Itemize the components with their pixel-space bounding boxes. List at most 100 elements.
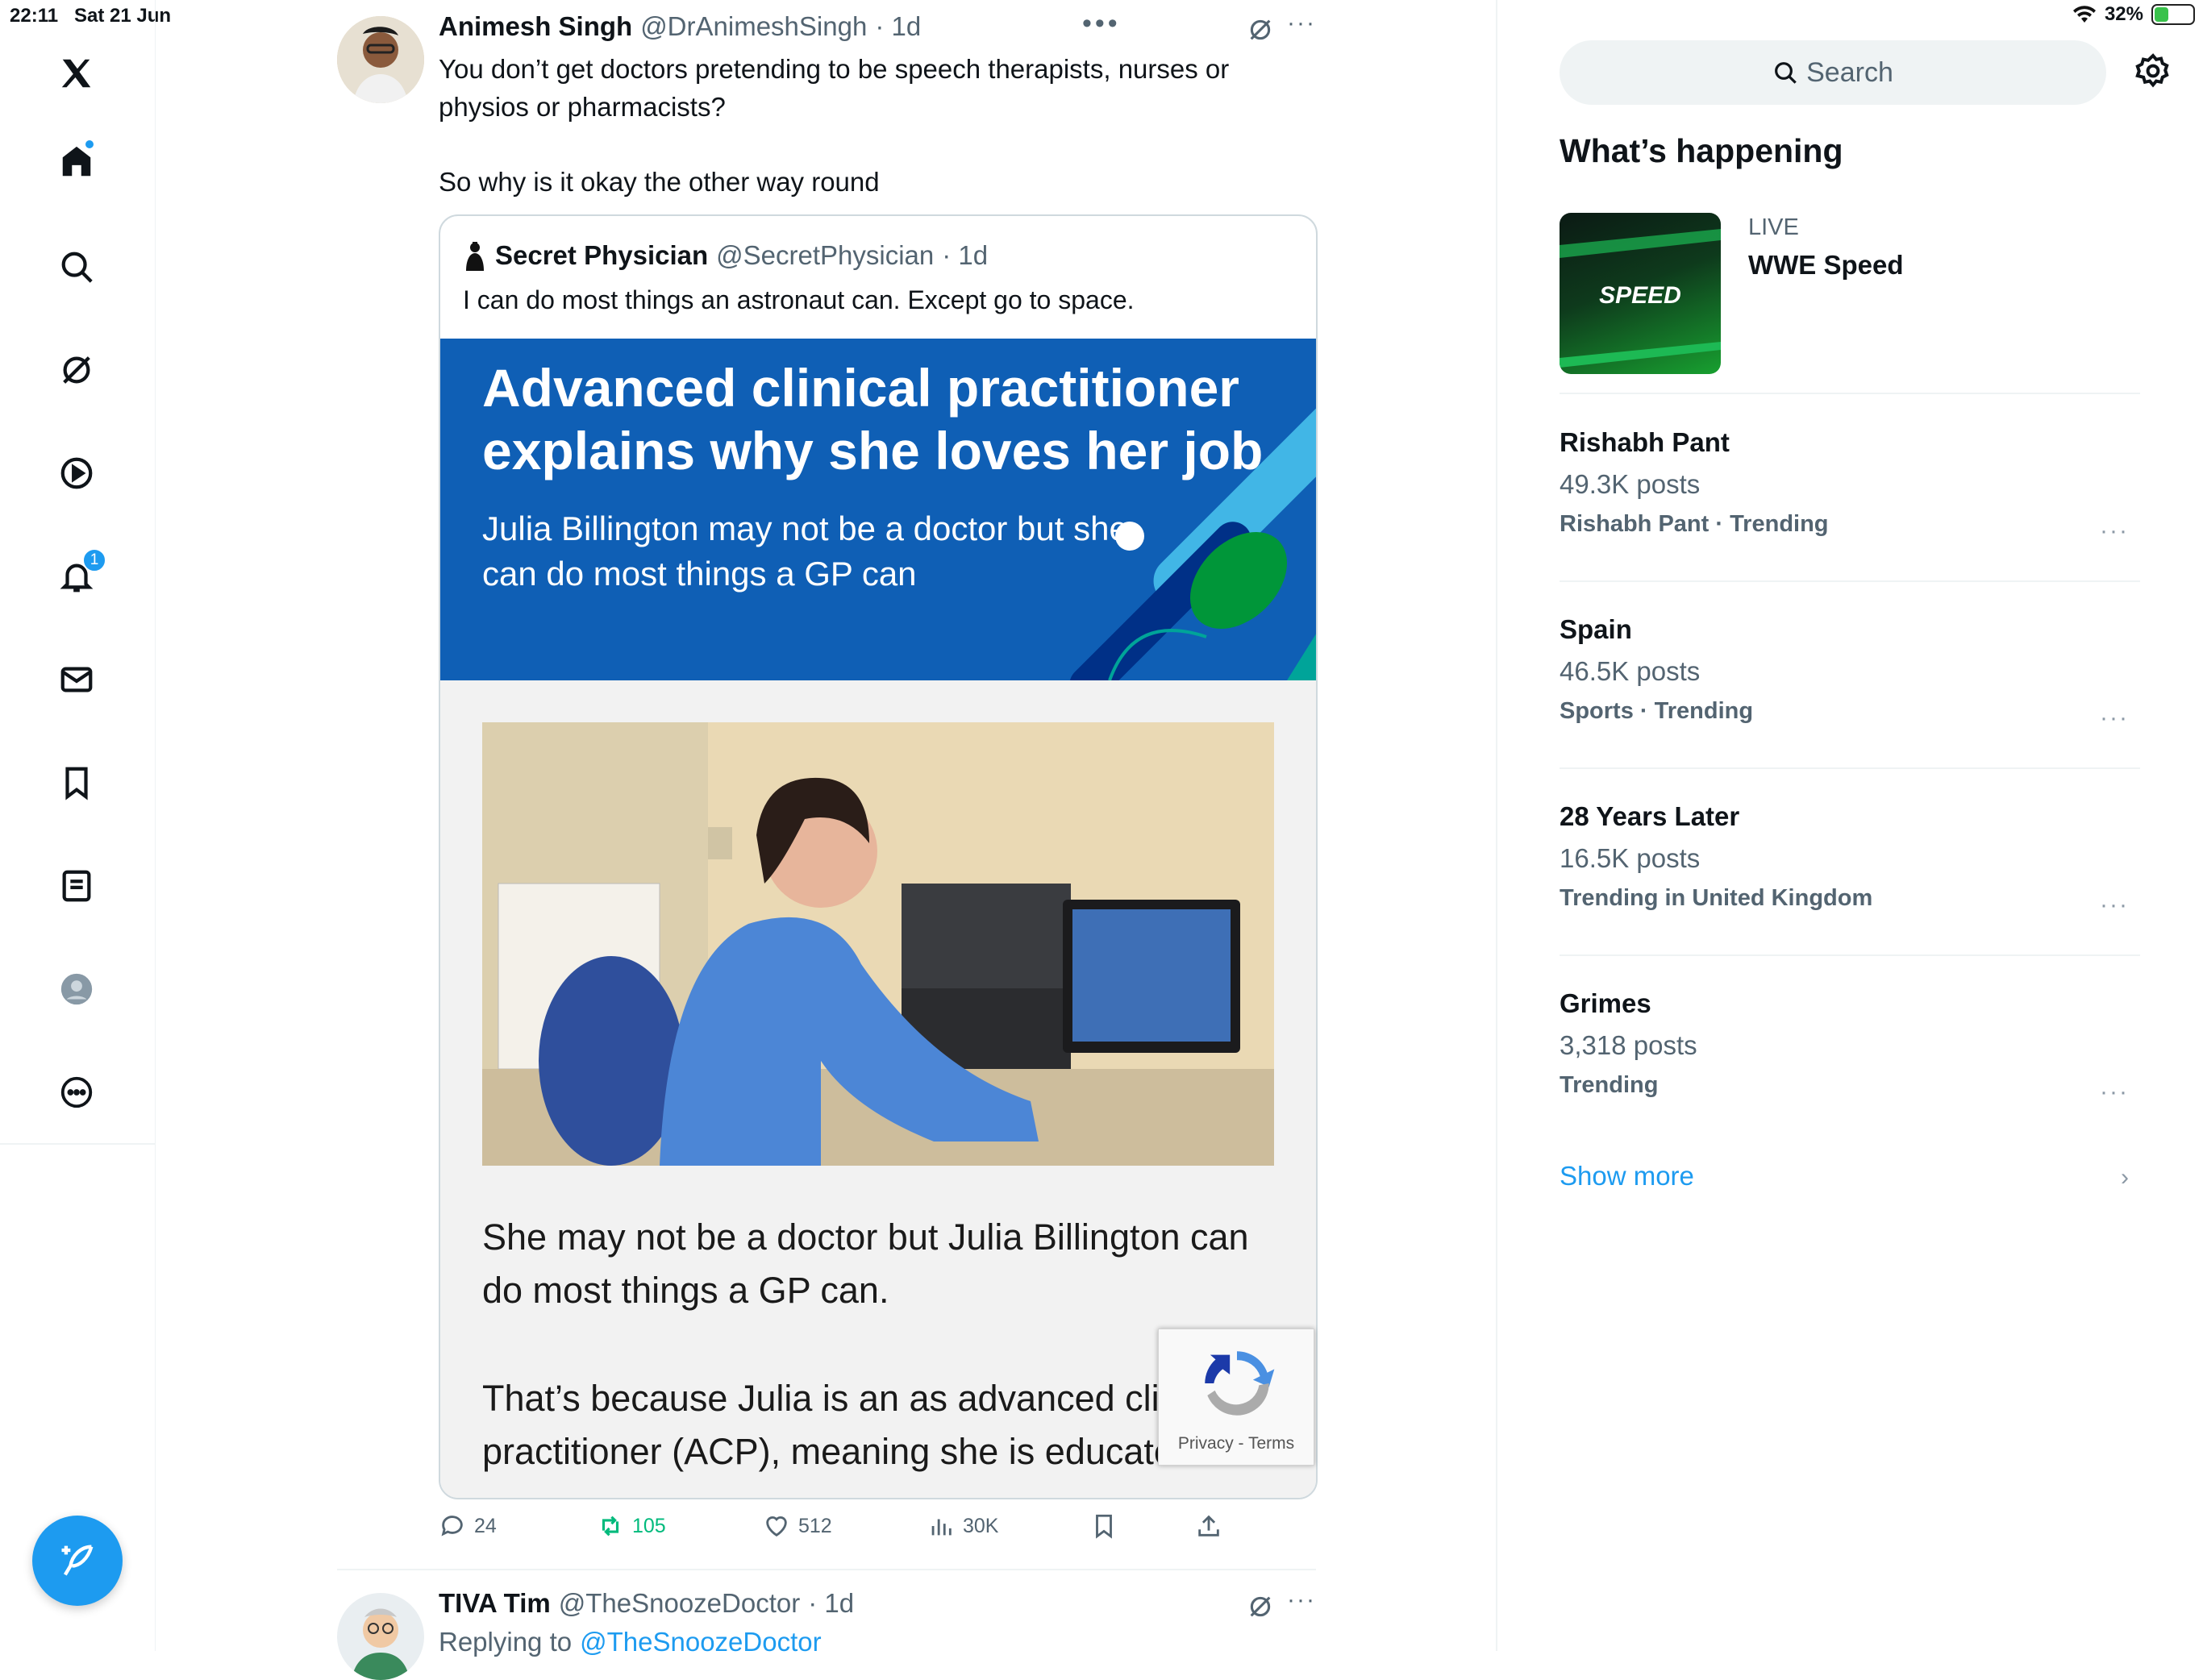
like-button[interactable]: 512 xyxy=(763,1512,832,1540)
reply-button[interactable]: 24 xyxy=(439,1512,497,1540)
next-author-name[interactable]: TIVA Tim xyxy=(439,1588,551,1619)
search-input[interactable]: Search xyxy=(1560,40,2106,105)
video-play-icon[interactable] xyxy=(53,450,100,497)
heart-icon xyxy=(766,1516,787,1537)
profile-avatar-icon[interactable] xyxy=(53,966,100,1013)
nav-divider xyxy=(0,1143,156,1145)
explore-search-icon[interactable] xyxy=(53,243,100,290)
bookmark-icon[interactable] xyxy=(53,759,100,806)
article-paragraph-1: She may not be a doctor but Julia Billin… xyxy=(482,1216,1249,1311)
trend-more-icon[interactable]: ··· xyxy=(2100,1079,2129,1106)
show-more-link[interactable]: Show more xyxy=(1560,1161,1694,1191)
quote-time: · 1d xyxy=(942,240,989,270)
notifications-badge: 1 xyxy=(82,548,106,572)
author-name[interactable]: Animesh Singh xyxy=(439,11,632,42)
reply-bubble-icon xyxy=(441,1516,463,1537)
trend-posts: 3,318 posts xyxy=(1560,1030,1697,1060)
quoted-tweet-card[interactable]: Secret Physician @SecretPhysician · 1d I… xyxy=(439,214,1318,1499)
trend-more-icon[interactable]: ··· xyxy=(2100,705,2129,732)
x-logo-icon[interactable] xyxy=(53,50,100,97)
author-avatar[interactable] xyxy=(337,16,424,103)
grok-tweet-icon[interactable] xyxy=(1247,16,1274,48)
recaptcha-icon xyxy=(1205,1351,1275,1416)
trend-more-icon[interactable]: ··· xyxy=(2100,892,2129,919)
trend-item[interactable]: Rishabh Pant 49.3K posts Rishabh Pant · … xyxy=(1560,427,2140,544)
next-tweet-avatar[interactable] xyxy=(337,1593,424,1680)
trend-divider xyxy=(1560,954,2140,956)
trend-item[interactable]: Spain 46.5K posts Sports · Trending ··· xyxy=(1560,614,2140,731)
search-icon xyxy=(1775,62,1797,84)
grok-icon[interactable] xyxy=(53,347,100,393)
trend-item[interactable]: 28 Years Later 16.5K posts Trending in U… xyxy=(1560,801,2140,918)
search-placeholder: Search xyxy=(1806,56,1893,88)
retweet-button[interactable]: 105 xyxy=(597,1512,666,1540)
analytics-bars-icon xyxy=(931,1519,952,1536)
replying-handle-link[interactable]: @TheSnoozeDoctor xyxy=(580,1627,821,1657)
chevron-right-icon: › xyxy=(2121,1164,2129,1191)
trend-divider xyxy=(1560,767,2140,769)
tweet-text-line1: You don’t get doctors pretending to be s… xyxy=(439,54,1230,84)
retweet-icon xyxy=(602,1516,619,1537)
battery-percent: 32% xyxy=(2104,3,2143,25)
next-grok-icon[interactable] xyxy=(1247,1593,1274,1624)
next-tweet-more-icon[interactable]: ··· xyxy=(1287,1586,1316,1614)
retweet-count: 105 xyxy=(632,1514,666,1537)
whats-happening-title: What’s happening xyxy=(1560,132,1843,169)
tweet-text-line2: physios or pharmacists? xyxy=(439,92,726,122)
live-event-thumbnail[interactable]: SPEED xyxy=(1560,213,1721,374)
replying-to: Replying to @TheSnoozeDoctor xyxy=(439,1627,822,1657)
secret-physician-avatar-icon xyxy=(466,242,484,271)
tweet-actions: 24 105 512 30K xyxy=(439,1507,1245,1548)
trend-context: Rishabh Pant · Trending xyxy=(1560,511,1829,537)
next-tweet-time: · 1d xyxy=(808,1588,855,1618)
recaptcha-privacy-terms[interactable]: Privacy - Terms xyxy=(1159,1434,1314,1453)
article-banner: Advanced clinical practitioner explains … xyxy=(440,339,1316,680)
wwe-speed-logo: SPEED xyxy=(1599,282,1681,309)
sidebar-divider xyxy=(1496,0,1497,1651)
recaptcha-badge[interactable]: Privacy - Terms xyxy=(1158,1329,1314,1466)
battery-icon xyxy=(2151,4,2195,25)
notifications-bell-icon[interactable]: 1 xyxy=(53,548,106,600)
live-label: LIVE xyxy=(1748,214,1799,240)
tweet-time: · 1d xyxy=(875,11,922,41)
status-right: 32% xyxy=(2072,3,2195,26)
more-options-icon[interactable] xyxy=(53,1069,100,1116)
next-tweet-header: TIVA Tim @TheSnoozeDoctor · 1d xyxy=(439,1588,854,1619)
trend-context: Sports · Trending xyxy=(1560,698,1754,724)
bookmark-outline-icon xyxy=(1096,1514,1112,1539)
views-button[interactable]: 30K xyxy=(927,1512,998,1540)
messages-envelope-icon[interactable] xyxy=(53,656,100,703)
top-more-handle[interactable]: ••• xyxy=(1082,8,1121,40)
wifi-icon xyxy=(2072,6,2096,23)
home-icon[interactable] xyxy=(53,139,100,185)
compose-post-button[interactable] xyxy=(32,1516,123,1606)
author-handle[interactable]: @DrAnimeshSingh xyxy=(640,11,867,42)
like-count: 512 xyxy=(798,1514,832,1537)
settings-gear-icon[interactable] xyxy=(2134,52,2172,90)
live-title[interactable]: WWE Speed xyxy=(1748,250,1904,281)
left-navigation: 1 xyxy=(0,0,156,1651)
next-author-handle[interactable]: @TheSnoozeDoctor xyxy=(559,1588,800,1619)
trend-divider xyxy=(1560,393,2140,394)
tweet-separator xyxy=(337,1569,1316,1570)
tweet-text-line3: So why is it okay the other way round xyxy=(439,167,880,197)
trend-title: Spain xyxy=(1560,614,1632,644)
quote-header: Secret Physician @SecretPhysician · 1d xyxy=(463,240,988,271)
banner-subtitle: Julia Billington may not be a doctor but… xyxy=(482,509,1128,593)
article-photo xyxy=(482,722,1274,1166)
trend-posts: 46.5K posts xyxy=(1560,656,1701,686)
lists-icon[interactable] xyxy=(53,863,100,909)
trend-more-icon[interactable]: ··· xyxy=(2100,518,2129,545)
trend-item[interactable]: Grimes 3,318 posts Trending ··· xyxy=(1560,988,2140,1105)
share-button[interactable] xyxy=(1195,1512,1222,1540)
share-upload-icon xyxy=(1198,1515,1219,1537)
trend-context: Trending xyxy=(1560,1072,1659,1098)
quote-author-name[interactable]: Secret Physician xyxy=(495,240,708,271)
reply-count: 24 xyxy=(474,1514,497,1537)
tweet-more-icon[interactable]: ··· xyxy=(1287,10,1316,37)
compose-feather-icon xyxy=(61,1545,94,1576)
trend-title: Rishabh Pant xyxy=(1560,427,1730,457)
bookmark-tweet-button[interactable] xyxy=(1090,1512,1118,1540)
quote-author-handle[interactable]: @SecretPhysician xyxy=(716,240,934,271)
views-count: 30K xyxy=(963,1514,999,1537)
